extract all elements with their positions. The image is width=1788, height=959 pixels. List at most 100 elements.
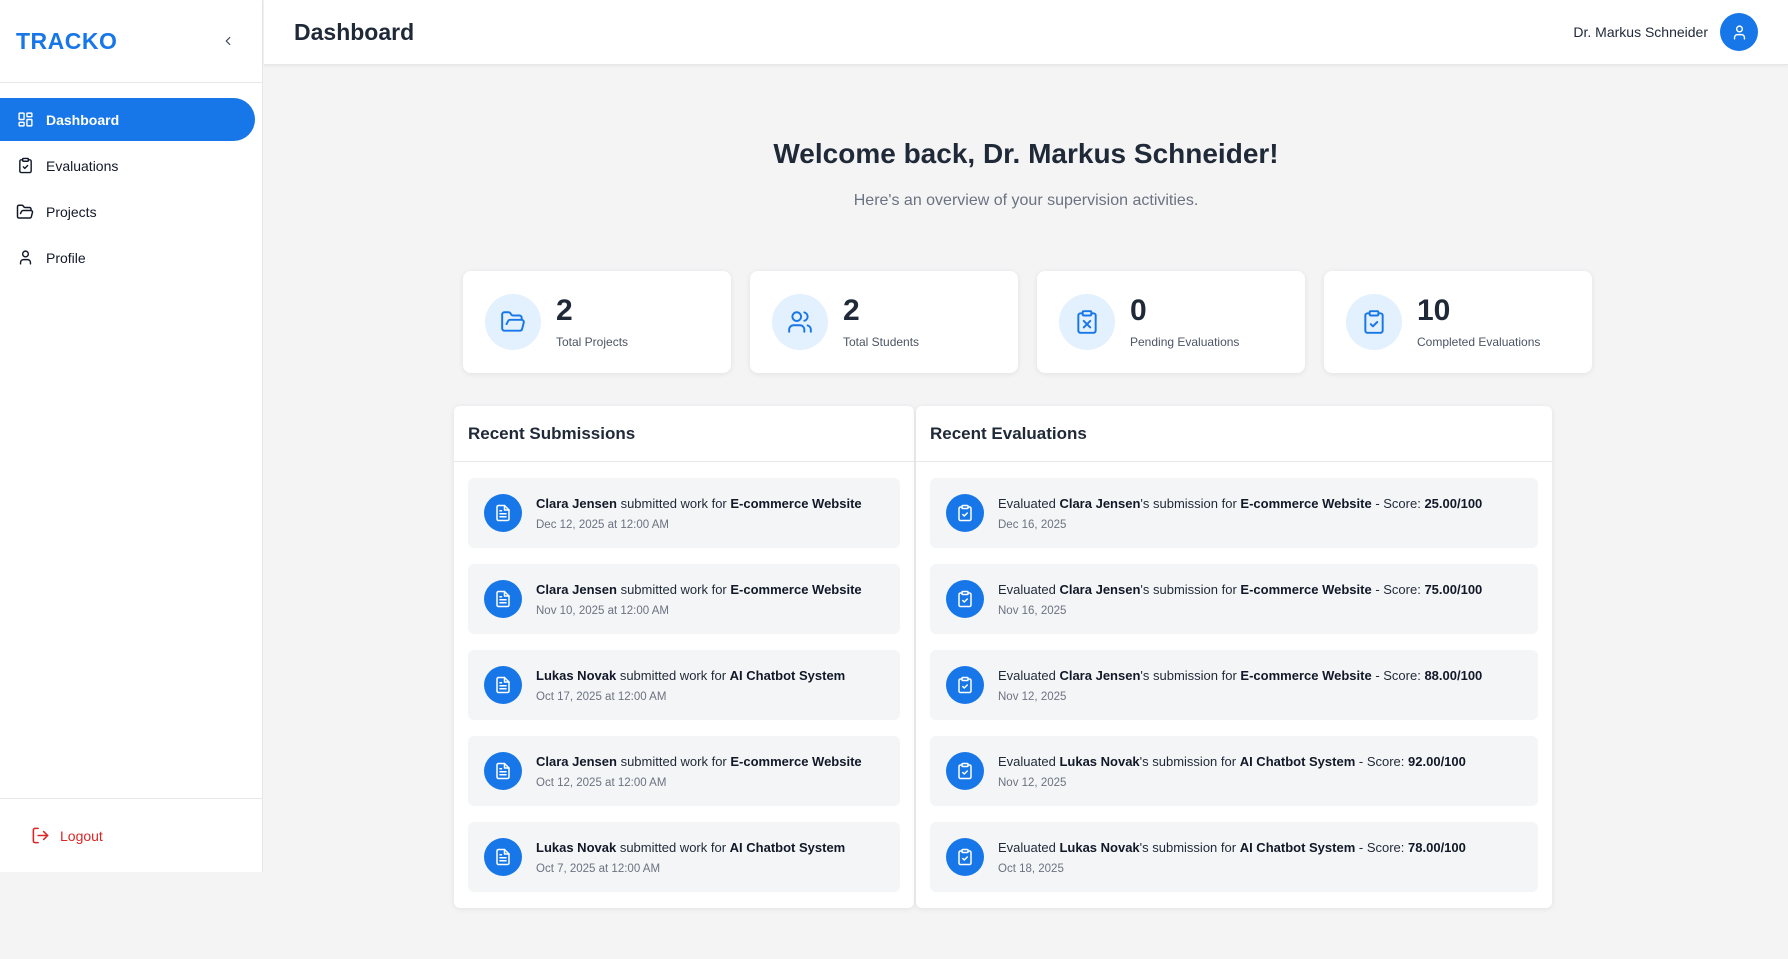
app: TRACKO Dashboard Evaluations Projects Pr… — [0, 0, 1788, 959]
stat-label: Pending Evaluations — [1130, 334, 1240, 349]
stats-row: 2 Total Projects 2 Total Students 0 Pend… — [463, 271, 1592, 373]
list-item[interactable]: Lukas Novak submitted work for AI Chatbo… — [468, 822, 900, 892]
evaluation-text: Evaluated Clara Jensen's submission for … — [998, 582, 1482, 597]
evaluation-possessive: 's submission for — [1139, 839, 1237, 855]
panel-title: Recent Submissions — [454, 406, 914, 462]
recent-evaluations-panel: Recent Evaluations Evaluated Clara Jense… — [916, 406, 1552, 908]
evaluation-possessive: 's submission for — [1140, 495, 1237, 511]
evaluation-text: Evaluated Lukas Novak's submission for A… — [998, 754, 1466, 769]
evaluation-prefix: Evaluated — [998, 667, 1056, 683]
clipboard-check-icon — [946, 752, 984, 790]
submissions-list: Clara Jensen submitted work for E-commer… — [454, 462, 914, 892]
avatar[interactable] — [1720, 13, 1758, 51]
sidebar-item-projects[interactable]: Projects — [0, 190, 255, 233]
clipboard-check-icon — [1346, 294, 1402, 350]
submission-text: Lukas Novak submitted work for AI Chatbo… — [536, 840, 845, 855]
sidebar: TRACKO Dashboard Evaluations Projects Pr… — [0, 0, 263, 872]
student-name: Clara Jensen — [536, 581, 617, 597]
list-item[interactable]: Evaluated Clara Jensen's submission for … — [930, 650, 1538, 720]
clipboard-x-icon — [1059, 294, 1115, 350]
project-name: E-commerce Website — [1240, 581, 1372, 597]
clipboard-check-icon — [946, 580, 984, 618]
user-name: Dr. Markus Schneider — [1573, 24, 1708, 40]
list-item[interactable]: Clara Jensen submitted work for E-commer… — [468, 564, 900, 634]
file-text-icon — [484, 752, 522, 790]
sidebar-item-label: Projects — [46, 203, 97, 220]
project-name: E-commerce Website — [1240, 495, 1372, 511]
evaluation-prefix: Evaluated — [998, 753, 1056, 769]
folder-open-icon — [16, 203, 34, 221]
score-prefix: - Score: — [1375, 667, 1421, 683]
brand-logo[interactable]: TRACKO — [16, 28, 117, 55]
student-name: Lukas Novak — [1059, 753, 1140, 769]
evaluations-list: Evaluated Clara Jensen's submission for … — [916, 462, 1552, 892]
folder-open-icon — [485, 294, 541, 350]
sidebar-footer: Logout — [0, 798, 262, 872]
panel-title: Recent Evaluations — [916, 406, 1552, 462]
student-name: Clara Jensen — [536, 753, 617, 769]
score-value: 78.00/100 — [1408, 839, 1466, 855]
project-name: AI Chatbot System — [729, 667, 846, 683]
clipboard-check-icon — [946, 838, 984, 876]
student-name: Lukas Novak — [536, 667, 617, 683]
clipboard-check-icon — [946, 494, 984, 532]
list-item[interactable]: Clara Jensen submitted work for E-commer… — [468, 736, 900, 806]
user-icon — [16, 249, 34, 267]
evaluation-date: Dec 16, 2025 — [998, 518, 1067, 531]
submission-date: Oct 7, 2025 at 12:00 AM — [536, 862, 661, 875]
student-name: Lukas Novak — [536, 839, 617, 855]
score-prefix: - Score: — [1375, 581, 1421, 597]
list-item[interactable]: Evaluated Clara Jensen's submission for … — [930, 564, 1538, 634]
sidebar-item-label: Evaluations — [46, 157, 119, 174]
chevron-left-icon — [225, 36, 231, 46]
collapse-sidebar-button[interactable] — [216, 29, 240, 53]
list-item[interactable]: Evaluated Lukas Novak's submission for A… — [930, 822, 1538, 892]
welcome-section: Welcome back, Dr. Markus Schneider! Here… — [264, 138, 1788, 210]
logout-button[interactable]: Logout — [30, 826, 103, 846]
user-icon — [1733, 24, 1745, 40]
student-name: Clara Jensen — [536, 495, 617, 511]
student-name: Clara Jensen — [1059, 581, 1141, 597]
sidebar-header: TRACKO — [0, 0, 262, 83]
list-item[interactable]: Clara Jensen submitted work for E-commer… — [468, 478, 900, 548]
sidebar-item-evaluations[interactable]: Evaluations — [0, 144, 255, 187]
score-value: 25.00/100 — [1424, 495, 1483, 511]
student-name: Lukas Novak — [1059, 839, 1140, 855]
evaluation-date: Nov 12, 2025 — [998, 690, 1067, 703]
logout-icon — [30, 826, 50, 846]
evaluation-date: Oct 18, 2025 — [998, 862, 1064, 875]
evaluation-possessive: 's submission for — [1140, 667, 1237, 683]
file-text-icon — [484, 494, 522, 532]
file-text-icon — [484, 580, 522, 618]
sidebar-item-profile[interactable]: Profile — [0, 236, 255, 279]
sidebar-item-label: Profile — [46, 249, 86, 266]
submission-text: Clara Jensen submitted work for E-commer… — [536, 582, 862, 597]
list-item[interactable]: Evaluated Clara Jensen's submission for … — [930, 478, 1538, 548]
list-item[interactable]: Lukas Novak submitted work for AI Chatbo… — [468, 650, 900, 720]
evaluation-date: Nov 12, 2025 — [998, 776, 1067, 789]
top-header: Dashboard Dr. Markus Schneider — [264, 0, 1788, 65]
evaluation-prefix: Evaluated — [998, 839, 1056, 855]
submission-text: Clara Jensen submitted work for E-commer… — [536, 754, 862, 769]
grid-icon — [16, 111, 34, 129]
sidebar-item-label: Dashboard — [46, 111, 120, 128]
evaluation-text: Evaluated Clara Jensen's submission for … — [998, 496, 1482, 511]
page-title: Dashboard — [294, 18, 415, 45]
clipboard-check-icon — [946, 666, 984, 704]
file-text-icon — [484, 838, 522, 876]
logout-label: Logout — [60, 827, 103, 844]
project-name: E-commerce Website — [1240, 667, 1372, 683]
evaluation-possessive: 's submission for — [1139, 753, 1237, 769]
sidebar-item-dashboard[interactable]: Dashboard — [0, 98, 255, 141]
project-name: AI Chatbot System — [1239, 839, 1356, 855]
score-prefix: - Score: — [1358, 839, 1405, 855]
submission-text: Lukas Novak submitted work for AI Chatbo… — [536, 668, 845, 683]
evaluation-possessive: 's submission for — [1140, 581, 1237, 597]
list-item[interactable]: Evaluated Lukas Novak's submission for A… — [930, 736, 1538, 806]
user-menu: Dr. Markus Schneider — [1573, 13, 1758, 51]
evaluation-text: Evaluated Clara Jensen's submission for … — [998, 668, 1482, 683]
stat-label: Completed Evaluations — [1417, 334, 1541, 349]
submission-date: Oct 12, 2025 at 12:00 AM — [536, 776, 667, 789]
stat-card-pending-evaluations: 0 Pending Evaluations — [1037, 271, 1305, 373]
evaluation-date: Nov 16, 2025 — [998, 604, 1067, 617]
